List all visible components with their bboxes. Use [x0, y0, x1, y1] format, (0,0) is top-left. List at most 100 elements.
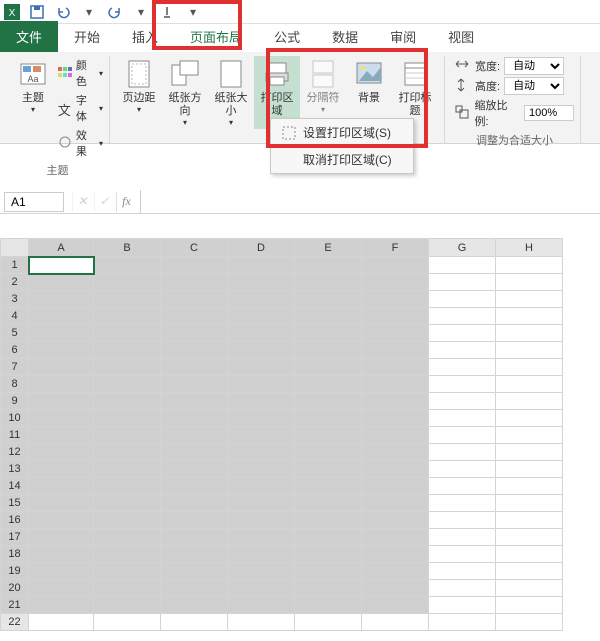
cell-G22[interactable] [429, 614, 496, 631]
cell-E12[interactable] [295, 444, 362, 461]
row-header-5[interactable]: 5 [1, 325, 29, 342]
cell-D4[interactable] [228, 308, 295, 325]
col-header-C[interactable]: C [161, 239, 228, 257]
undo-icon[interactable] [54, 3, 72, 21]
cell-C15[interactable] [161, 495, 228, 512]
cell-E11[interactable] [295, 427, 362, 444]
cell-G4[interactable] [429, 308, 496, 325]
cell-B1[interactable] [94, 257, 161, 274]
cell-G16[interactable] [429, 512, 496, 529]
row-header-21[interactable]: 21 [1, 597, 29, 614]
cell-D20[interactable] [228, 580, 295, 597]
row-header-6[interactable]: 6 [1, 342, 29, 359]
cell-B17[interactable] [94, 529, 161, 546]
cell-G8[interactable] [429, 376, 496, 393]
cell-F14[interactable] [362, 478, 429, 495]
cell-A1[interactable] [29, 257, 94, 274]
cell-C18[interactable] [161, 546, 228, 563]
cell-C1[interactable] [161, 257, 228, 274]
tab-formulas[interactable]: 公式 [258, 21, 316, 52]
cell-B21[interactable] [94, 597, 161, 614]
tab-file[interactable]: 文件 [0, 21, 58, 52]
cell-E15[interactable] [295, 495, 362, 512]
cell-E5[interactable] [295, 325, 362, 342]
cell-F15[interactable] [362, 495, 429, 512]
cell-F4[interactable] [362, 308, 429, 325]
cell-B12[interactable] [94, 444, 161, 461]
cell-E9[interactable] [295, 393, 362, 410]
col-header-F[interactable]: F [362, 239, 429, 257]
cell-B11[interactable] [94, 427, 161, 444]
cell-H21[interactable] [496, 597, 563, 614]
cell-B22[interactable] [94, 614, 161, 631]
cell-A7[interactable] [29, 359, 94, 376]
cell-A9[interactable] [29, 393, 94, 410]
margins-button[interactable]: 页边距▾ [116, 56, 162, 116]
cell-H19[interactable] [496, 563, 563, 580]
cell-B19[interactable] [94, 563, 161, 580]
row-header-14[interactable]: 14 [1, 478, 29, 495]
col-header-D[interactable]: D [228, 239, 295, 257]
cell-C11[interactable] [161, 427, 228, 444]
save-icon[interactable] [28, 3, 46, 21]
cell-C13[interactable] [161, 461, 228, 478]
cell-D11[interactable] [228, 427, 295, 444]
cell-F12[interactable] [362, 444, 429, 461]
row-header-1[interactable]: 1 [1, 257, 29, 274]
cell-G12[interactable] [429, 444, 496, 461]
row-header-2[interactable]: 2 [1, 274, 29, 291]
row-header-13[interactable]: 13 [1, 461, 29, 478]
cell-C4[interactable] [161, 308, 228, 325]
redo-dropdown-icon[interactable]: ▾ [132, 3, 150, 21]
fonts-button[interactable]: 文 字体▾ [58, 91, 103, 125]
cell-B8[interactable] [94, 376, 161, 393]
cell-G7[interactable] [429, 359, 496, 376]
cell-F3[interactable] [362, 291, 429, 308]
tab-review[interactable]: 审阅 [374, 21, 432, 52]
cell-H12[interactable] [496, 444, 563, 461]
cell-E19[interactable] [295, 563, 362, 580]
cell-D3[interactable] [228, 291, 295, 308]
cell-E6[interactable] [295, 342, 362, 359]
cell-H16[interactable] [496, 512, 563, 529]
orientation-button[interactable]: 纸张方向▾ [162, 56, 208, 129]
cell-C7[interactable] [161, 359, 228, 376]
cell-A4[interactable] [29, 308, 94, 325]
cell-C3[interactable] [161, 291, 228, 308]
row-header-4[interactable]: 4 [1, 308, 29, 325]
cell-F6[interactable] [362, 342, 429, 359]
cell-G14[interactable] [429, 478, 496, 495]
cell-B5[interactable] [94, 325, 161, 342]
cell-H5[interactable] [496, 325, 563, 342]
cell-F5[interactable] [362, 325, 429, 342]
cell-C2[interactable] [161, 274, 228, 291]
cell-B4[interactable] [94, 308, 161, 325]
cell-F16[interactable] [362, 512, 429, 529]
cell-E16[interactable] [295, 512, 362, 529]
cell-D16[interactable] [228, 512, 295, 529]
cell-B7[interactable] [94, 359, 161, 376]
cell-C22[interactable] [161, 614, 228, 631]
cell-B18[interactable] [94, 546, 161, 563]
cell-G6[interactable] [429, 342, 496, 359]
cell-A10[interactable] [29, 410, 94, 427]
cell-A11[interactable] [29, 427, 94, 444]
cell-D2[interactable] [228, 274, 295, 291]
cell-C12[interactable] [161, 444, 228, 461]
cell-A22[interactable] [29, 614, 94, 631]
cell-H15[interactable] [496, 495, 563, 512]
cell-A5[interactable] [29, 325, 94, 342]
cell-F11[interactable] [362, 427, 429, 444]
cell-C9[interactable] [161, 393, 228, 410]
cell-F7[interactable] [362, 359, 429, 376]
cell-A2[interactable] [29, 274, 94, 291]
cancel-formula-icon[interactable]: ✕ [72, 192, 92, 212]
row-header-11[interactable]: 11 [1, 427, 29, 444]
cell-G1[interactable] [429, 257, 496, 274]
cell-E14[interactable] [295, 478, 362, 495]
colors-button[interactable]: 颜色▾ [58, 56, 103, 90]
cell-H6[interactable] [496, 342, 563, 359]
themes-button[interactable]: Aa 主题 ▾ [12, 56, 54, 116]
cell-F19[interactable] [362, 563, 429, 580]
cell-G13[interactable] [429, 461, 496, 478]
